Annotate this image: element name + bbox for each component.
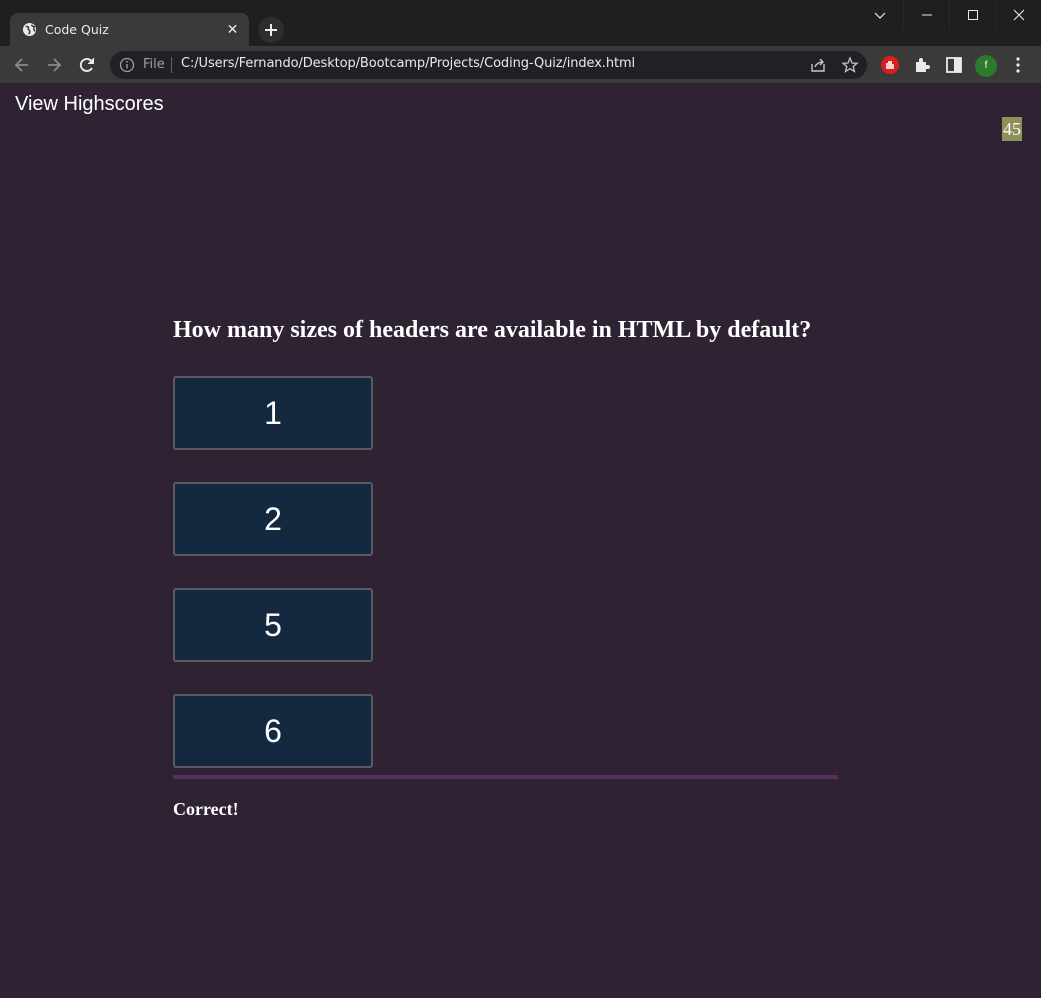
tab-search-button[interactable]	[857, 0, 903, 29]
stop-extension-icon[interactable]	[880, 55, 900, 75]
maximize-button[interactable]	[949, 0, 995, 29]
chevron-down-icon	[874, 12, 886, 19]
url-text[interactable]: C:/Users/Fernando/Desktop/Bootcamp/Proje…	[181, 56, 635, 71]
maximize-icon	[968, 10, 978, 20]
quiz-container: How many sizes of headers are available …	[173, 315, 838, 819]
globe-icon	[22, 22, 37, 37]
answer-button-4[interactable]: 6	[173, 694, 373, 768]
browser-toolbar: File C:/Users/Fernando/Desktop/Bootcamp/…	[0, 46, 1041, 84]
browser-tab[interactable]: Code Quiz ✕	[10, 13, 249, 46]
kebab-menu-icon[interactable]	[1008, 55, 1028, 75]
close-window-button[interactable]	[995, 0, 1041, 29]
profile-avatar[interactable]: f	[975, 55, 997, 77]
reload-icon[interactable]	[77, 55, 97, 75]
forward-icon[interactable]	[44, 55, 64, 75]
close-window-icon	[1013, 9, 1025, 21]
timer-display: 45	[1002, 117, 1022, 141]
puzzle-icon[interactable]	[912, 55, 932, 75]
minimize-button[interactable]	[903, 0, 949, 29]
back-icon[interactable]	[12, 55, 32, 75]
plus-icon	[265, 24, 277, 36]
question-text: How many sizes of headers are available …	[173, 317, 812, 343]
tab-title: Code Quiz	[45, 22, 109, 37]
view-highscores-link[interactable]: View Highscores	[15, 93, 164, 116]
close-icon[interactable]: ✕	[225, 22, 240, 37]
minimize-icon	[922, 14, 932, 16]
share-icon[interactable]	[809, 56, 827, 74]
answer-button-2[interactable]: 2	[173, 482, 373, 556]
side-panel-icon[interactable]	[944, 55, 964, 75]
info-icon[interactable]	[119, 57, 135, 73]
feedback-message: Correct!	[173, 799, 239, 819]
browser-titlebar: Code Quiz ✕	[0, 0, 1041, 46]
omnibox-divider	[171, 57, 172, 73]
new-tab-button[interactable]	[258, 17, 284, 43]
answer-button-1[interactable]: 1	[173, 376, 373, 450]
page-viewport: View Highscores 45 How many sizes of hea…	[0, 85, 1041, 998]
file-scheme-label: File	[143, 57, 165, 72]
answer-button-3[interactable]: 5	[173, 588, 373, 662]
star-icon[interactable]	[841, 56, 859, 74]
address-bar[interactable]: File C:/Users/Fernando/Desktop/Bootcamp/…	[110, 51, 867, 79]
feedback-divider	[173, 775, 838, 779]
